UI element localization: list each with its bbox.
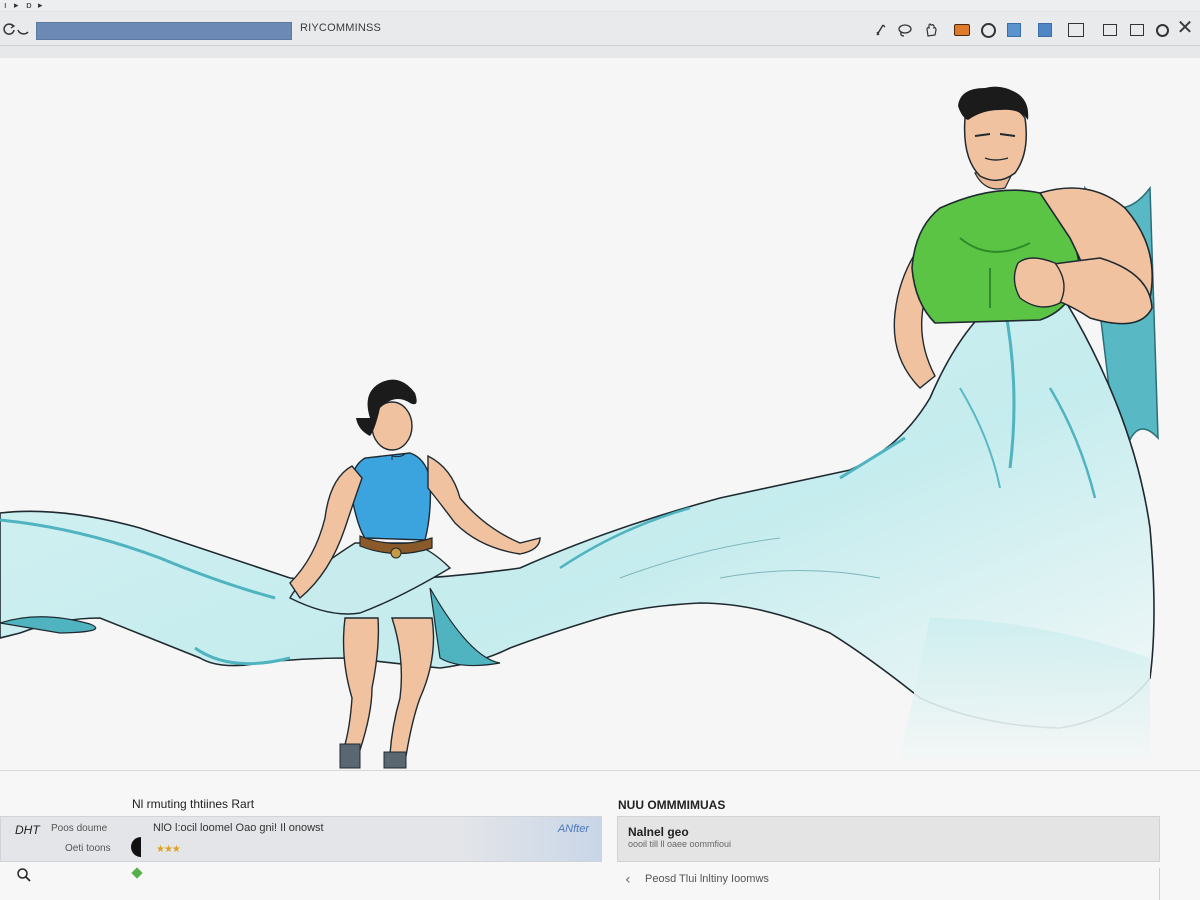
document-title: RIYCOMMINSS <box>300 22 382 34</box>
rating-stars: ★★★ <box>156 844 181 855</box>
row-link[interactable]: ANfter <box>558 823 589 835</box>
app-window: ı ▸ ɒ ▸ RIYCOMMINSS ✕ Nl rmuting thtiine… <box>0 0 1200 900</box>
camera-icon[interactable] <box>953 21 971 39</box>
side-label-1: Poos doume <box>51 823 108 834</box>
lasso-icon[interactable] <box>896 21 914 39</box>
side-label-2: Oeti toons <box>65 843 111 854</box>
illustration-canvas[interactable] <box>0 58 1200 770</box>
pen-icon[interactable] <box>872 21 890 39</box>
toolbar-divider <box>0 46 1200 58</box>
right-footer: ‹ Peosd Tlui lnltiny Ioomws <box>617 868 1160 900</box>
mini-glyph-2[interactable]: ▸ <box>14 1 19 11</box>
avatar <box>131 837 151 857</box>
grid-icon[interactable] <box>1101 21 1119 39</box>
left-panel-heading: Nl rmuting thtiines Rart <box>132 797 255 811</box>
right-info-card[interactable]: Nalnel geo oooil till ll oaee oommfioui <box>617 816 1160 862</box>
bottom-panel: Nl rmuting thtiines Rart NUU OMMMIMUAS D… <box>0 770 1200 900</box>
footer-link[interactable]: Peosd Tlui lnltiny Ioomws <box>645 873 769 885</box>
settings-icon[interactable] <box>1153 21 1171 39</box>
active-tab[interactable] <box>36 22 292 40</box>
left-list-row[interactable]: DHT Poos doume Oeti toons NlO l:ocil loo… <box>0 816 602 862</box>
right-panel-heading: NUU OMMMIMUAS <box>618 798 726 812</box>
row-corner-label: DHT <box>15 823 40 837</box>
right-card-subtitle: oooil till ll oaee oommfioui <box>628 839 732 849</box>
row-text: NlO l:ocil loomel Oao gni! Il onowst <box>153 822 324 834</box>
hand-icon[interactable] <box>922 21 940 39</box>
mini-glyph-1[interactable]: ı <box>4 1 7 11</box>
chevron-left-icon[interactable]: ‹ <box>625 872 631 888</box>
layer-blue-alt-icon[interactable] <box>1036 21 1054 39</box>
frame-icon[interactable] <box>1067 21 1085 39</box>
mini-glyph-3[interactable]: ɒ <box>26 1 32 11</box>
mini-glyph-4[interactable]: ▸ <box>38 1 43 11</box>
right-card-title: Nalnel geo <box>628 825 689 839</box>
status-dot-icon <box>131 867 143 879</box>
layer-blue-icon[interactable] <box>1005 21 1023 39</box>
window-icon[interactable] <box>1128 21 1146 39</box>
mini-strip: ı ▸ ɒ ▸ <box>0 0 1200 12</box>
close-icon[interactable]: ✕ <box>1176 15 1194 39</box>
toolbar: RIYCOMMINSS ✕ <box>0 12 1200 46</box>
search-icon[interactable] <box>16 867 32 883</box>
illustration <box>0 86 1159 769</box>
eye-icon[interactable] <box>979 21 997 39</box>
undo-icon[interactable] <box>14 20 32 38</box>
